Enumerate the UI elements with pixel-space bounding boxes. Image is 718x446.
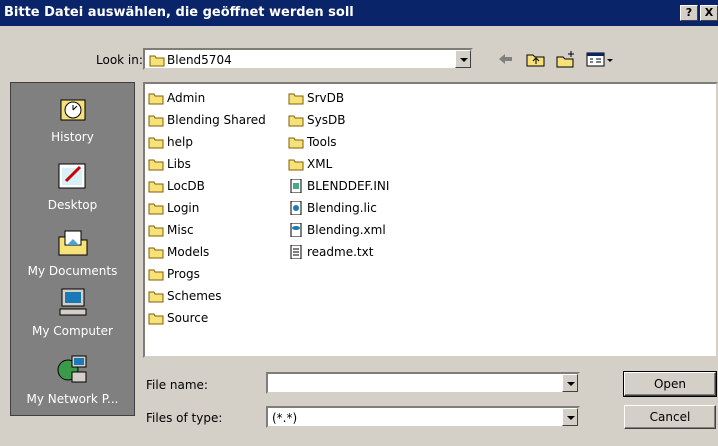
place-label: History [51, 130, 94, 144]
list-item[interactable]: Blending.xml [288, 219, 389, 241]
ini-file-icon [290, 179, 302, 193]
help-button[interactable]: ? [680, 5, 698, 21]
list-item[interactable]: BLENDDEF.INI [288, 175, 389, 197]
folder-icon [148, 137, 164, 149]
list-item-label: BLENDDEF.INI [307, 179, 390, 193]
file-name-dropdown-arrow[interactable] [562, 374, 578, 392]
list-item-label: Blending.xml [307, 223, 386, 237]
folder-icon [288, 115, 304, 127]
file-type-label: Files of type: [146, 411, 223, 425]
desktop-icon [58, 163, 85, 189]
list-item[interactable]: Models [148, 241, 266, 263]
file-column-1: Admin Blending Shared help Libs LocDB Login Mi… [148, 87, 266, 329]
look-in-combo[interactable]: Blend5704 [143, 48, 473, 70]
list-item[interactable]: help [148, 131, 266, 153]
list-item-label: Source [167, 311, 209, 325]
list-item[interactable]: LocDB [148, 175, 266, 197]
list-item[interactable]: Tools [288, 131, 389, 153]
my-documents-icon [58, 230, 87, 256]
folder-icon [288, 137, 304, 149]
place-label: My Computer [32, 324, 113, 338]
place-desktop[interactable]: Desktop [11, 159, 134, 212]
place-label: My Network P... [26, 392, 119, 406]
file-type-select[interactable]: (*.*) [266, 406, 580, 428]
file-name-input[interactable] [266, 372, 580, 394]
file-type-value: (*.*) [272, 411, 298, 425]
list-item[interactable]: readme.txt [288, 241, 389, 263]
file-name-label: File name: [146, 378, 208, 392]
folder-icon [148, 203, 164, 215]
list-item[interactable]: Blending.lic [288, 197, 389, 219]
places-bar: History Desktop My Documents My Computer [10, 82, 135, 416]
look-in-value: Blend5704 [167, 53, 232, 67]
license-file-icon [290, 201, 302, 215]
window-title: Bitte Datei auswählen, die geöffnet werd… [4, 5, 354, 20]
list-item[interactable]: Admin [148, 87, 266, 109]
list-item-label: Blending Shared [167, 113, 266, 127]
place-label: My Documents [27, 264, 118, 278]
list-item-label: XML [307, 157, 333, 171]
folder-icon [288, 93, 304, 105]
new-folder-icon[interactable] [556, 50, 576, 68]
place-my-documents[interactable]: My Documents [11, 225, 134, 278]
list-item[interactable]: Schemes [148, 285, 266, 307]
folder-icon [148, 291, 164, 303]
cancel-button[interactable]: Cancel [624, 405, 716, 429]
list-item-label: LocDB [167, 179, 205, 193]
list-item[interactable]: Misc [148, 219, 266, 241]
look-in-label: Look in: [96, 53, 143, 67]
list-item-label: help [167, 135, 193, 149]
folder-icon [148, 93, 164, 105]
network-places-icon [57, 355, 86, 383]
close-button[interactable]: X [700, 5, 718, 21]
place-my-computer[interactable]: My Computer [11, 285, 134, 338]
file-type-dropdown-arrow[interactable] [562, 408, 578, 426]
list-item[interactable]: XML [288, 153, 389, 175]
place-history[interactable]: History [11, 91, 134, 144]
look-in-dropdown-arrow[interactable] [455, 50, 471, 68]
list-item[interactable]: SrvDB [288, 87, 389, 109]
folder-icon [148, 115, 164, 127]
list-item-label: Models [167, 245, 210, 259]
folder-icon [148, 181, 164, 193]
list-item[interactable]: SysDB [288, 109, 389, 131]
list-item[interactable]: Blending Shared [148, 109, 266, 131]
list-item-label: SrvDB [307, 91, 345, 105]
my-computer-icon [59, 288, 86, 316]
file-column-2: SrvDB SysDB Tools XML BLENDDEF.INI Blending.l… [288, 87, 389, 263]
folder-icon [148, 159, 164, 171]
open-button[interactable]: Open [623, 371, 717, 397]
place-network[interactable]: My Network P... [11, 353, 134, 406]
folder-icon [288, 159, 304, 171]
folder-icon [148, 269, 164, 281]
list-item-label: Login [167, 201, 200, 215]
folder-icon [148, 247, 164, 259]
list-item-label: Progs [167, 267, 200, 281]
xml-file-icon [290, 223, 302, 237]
list-item[interactable]: Progs [148, 263, 266, 285]
text-file-icon [290, 245, 302, 259]
list-item-label: Libs [167, 157, 191, 171]
folder-icon [148, 225, 164, 237]
up-folder-icon[interactable] [526, 50, 546, 68]
place-label: Desktop [47, 198, 98, 212]
list-item-label: Admin [167, 91, 206, 105]
history-icon [60, 99, 85, 121]
folder-icon [149, 55, 165, 67]
list-item-label: Tools [307, 135, 337, 149]
list-item-label: Misc [167, 223, 194, 237]
list-item-label: readme.txt [307, 245, 374, 259]
folder-icon [148, 313, 164, 325]
list-item-label: Blending.lic [307, 201, 377, 215]
back-icon[interactable] [496, 50, 514, 68]
list-item[interactable]: Login [148, 197, 266, 219]
view-menu-icon[interactable] [586, 50, 616, 68]
file-list[interactable]: Admin Blending Shared help Libs LocDB Login Mi… [143, 82, 718, 358]
list-item-label: Schemes [167, 289, 222, 303]
title-bar: Bitte Datei auswählen, die geöffnet werd… [0, 0, 718, 26]
list-item-label: SysDB [307, 113, 346, 127]
list-item[interactable]: Source [148, 307, 266, 329]
list-item[interactable]: Libs [148, 153, 266, 175]
